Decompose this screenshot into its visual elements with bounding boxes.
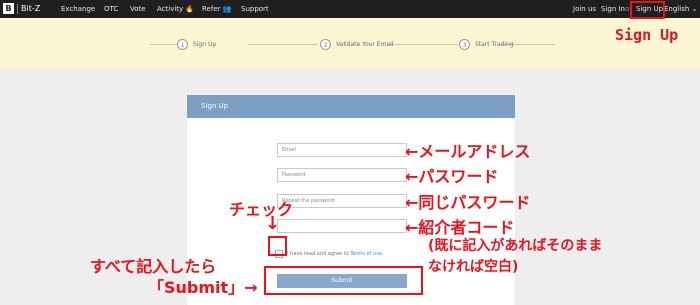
annotation-referral-note-2: なければ空白) (428, 259, 519, 275)
agree-label: I have read and agree to (287, 251, 349, 257)
logo-divider (17, 4, 18, 14)
step-connector (150, 44, 177, 45)
annotation-check-arrow: ↓ (265, 213, 281, 234)
annotation-email: ←メールアドレス (405, 142, 531, 161)
nav-join[interactable]: Join us (573, 5, 596, 13)
sign-up-highlight-box (630, 1, 665, 19)
nav-activity[interactable]: Activity 🔥 (157, 5, 194, 13)
chevron-down-icon: ⌄ (691, 5, 698, 13)
step-3-label: Start Trading (475, 41, 514, 48)
agree-text: I have read and agree to Terms of use. (287, 251, 383, 257)
step-3-circle: 3 (459, 39, 470, 50)
annotation-check: チェック (229, 200, 294, 219)
step-2-label: Validate Your Email (336, 41, 394, 48)
nav-sign-in[interactable]: Sign In (601, 5, 625, 13)
signup-card-title: Sign Up (187, 95, 515, 118)
nav-support[interactable]: Support (241, 5, 269, 13)
brand-name[interactable]: Bit-Z (21, 4, 40, 13)
nav-otc[interactable]: OTC (104, 5, 118, 13)
step-1-label: Sign Up (193, 41, 217, 48)
top-nav: B Bit-Z Exchange OTC Vote Activity 🔥 Ref… (0, 0, 700, 18)
step-connector (248, 44, 318, 45)
step-1-circle: 1 (177, 39, 188, 50)
terms-link[interactable]: Terms of use. (350, 251, 383, 257)
password-field[interactable] (277, 168, 407, 182)
step-2-circle: 2 (320, 39, 331, 50)
language-select[interactable]: English ⌄ (664, 5, 697, 13)
step-connector (390, 44, 458, 45)
email-field[interactable] (277, 143, 407, 157)
annotation-repeat-password: ←同じパスワード (405, 193, 531, 212)
nav-refer[interactable]: Refer 👥 (202, 5, 231, 13)
nav-vote[interactable]: Vote (130, 5, 146, 13)
checkbox-highlight-box (268, 236, 287, 256)
language-label: English (664, 5, 690, 13)
fire-icon: 🔥 (185, 5, 195, 13)
annotation-submit: 「Submit」→ (148, 278, 258, 297)
repeat-password-field[interactable] (277, 194, 407, 208)
annotation-sign-up: Sign Up (615, 26, 679, 44)
logo-icon[interactable]: B (3, 3, 14, 14)
annotation-password: ←パスワード (405, 167, 499, 186)
user-plus-icon: 👥 (222, 5, 232, 13)
referral-code-field[interactable] (277, 219, 407, 233)
nav-exchange[interactable]: Exchange (61, 5, 95, 13)
submit-highlight-box (264, 266, 423, 295)
nav-activity-label: Activity (157, 5, 184, 13)
annotation-referral-note-1: (既に記入があればそのまま (428, 238, 603, 254)
nav-refer-label: Refer (202, 5, 221, 13)
